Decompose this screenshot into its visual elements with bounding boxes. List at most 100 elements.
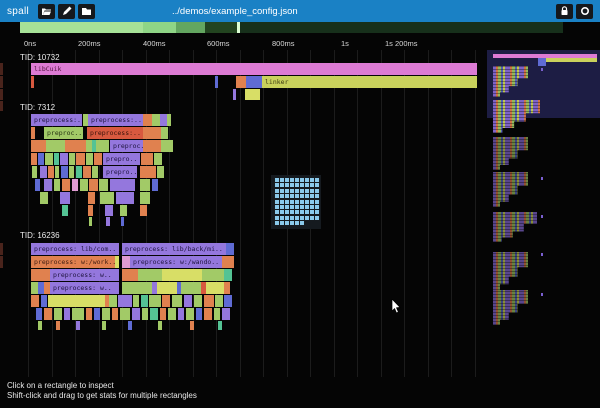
flame-bar[interactable] (35, 179, 40, 191)
flame-bar[interactable] (154, 153, 162, 165)
event-grid-cell[interactable] (275, 189, 279, 193)
event-grid-cell[interactable] (295, 221, 299, 225)
flame-bar[interactable] (132, 308, 140, 320)
flame-bar[interactable] (120, 205, 127, 216)
flame-bar[interactable] (106, 217, 110, 226)
event-grid-cell[interactable] (295, 189, 299, 193)
event-grid-cell[interactable] (300, 200, 304, 204)
event-grid-cell[interactable] (315, 210, 319, 214)
flame-bar[interactable] (0, 63, 3, 75)
event-grid-cell[interactable] (290, 183, 294, 187)
flame-bar[interactable] (60, 192, 70, 204)
event-grid-cell[interactable] (300, 189, 304, 193)
flame-bar[interactable] (69, 153, 75, 165)
event-grid-cell[interactable] (280, 216, 284, 220)
event-grid-cell[interactable] (280, 183, 284, 187)
event-grid-cell[interactable] (295, 183, 299, 187)
flame-bar[interactable] (157, 282, 177, 294)
flame-bar[interactable] (72, 308, 84, 320)
flame-bar[interactable] (89, 217, 92, 226)
event-grid-cell[interactable] (315, 183, 319, 187)
flame-bar[interactable] (76, 153, 85, 165)
flame-bar[interactable] (204, 308, 212, 320)
flame-bar[interactable] (48, 295, 105, 307)
event-grid-cell[interactable] (275, 200, 279, 204)
flame-bar[interactable] (76, 166, 82, 178)
flame-bar[interactable] (36, 308, 42, 320)
flame-bar[interactable] (224, 269, 232, 281)
event-grid-cell[interactable] (295, 194, 299, 198)
flame-bar[interactable] (121, 217, 124, 226)
flame-bar[interactable] (140, 192, 150, 204)
flame-bar[interactable] (140, 179, 150, 191)
flame-bar[interactable] (69, 166, 74, 178)
event-grid-cell[interactable] (310, 216, 314, 220)
flame-bar[interactable]: preprocess: w.. (50, 269, 119, 281)
flame-bar[interactable] (116, 192, 134, 204)
save-file-button[interactable] (78, 4, 95, 19)
event-grid-cell[interactable] (280, 178, 284, 182)
event-grid-cell[interactable] (275, 183, 279, 187)
event-grid-cell[interactable] (310, 200, 314, 204)
event-grid-cell[interactable] (310, 194, 314, 198)
event-grid-cell[interactable] (300, 205, 304, 209)
flame-bar[interactable] (72, 179, 78, 191)
event-grid-cell[interactable] (295, 200, 299, 204)
flame-bar[interactable] (65, 140, 86, 152)
flame-bar[interactable] (31, 140, 46, 152)
flame-bar[interactable] (76, 321, 80, 330)
event-grid-cell[interactable] (315, 178, 319, 182)
flame-bar[interactable] (215, 295, 223, 307)
flame-bar[interactable]: preproc.. (110, 140, 143, 152)
flame-bar[interactable] (41, 295, 47, 307)
event-grid-cell[interactable] (280, 189, 284, 193)
event-grid-cell[interactable] (290, 216, 294, 220)
flame-bar[interactable] (46, 140, 65, 152)
event-grid-cell[interactable] (285, 189, 289, 193)
flame-bar[interactable] (158, 321, 162, 330)
flame-bar[interactable] (0, 101, 3, 111)
event-grid-cell[interactable] (300, 216, 304, 220)
flame-bar[interactable]: preprocess:.. (88, 114, 143, 126)
event-grid-cell[interactable] (290, 189, 294, 193)
event-grid-cell[interactable] (285, 205, 289, 209)
flame-bar[interactable] (224, 295, 232, 307)
flame-bar[interactable] (31, 76, 34, 88)
flame-bar[interactable] (94, 153, 102, 165)
event-grid-cell[interactable] (315, 216, 319, 220)
flame-bar[interactable] (62, 205, 68, 216)
event-grid-cell[interactable] (295, 216, 299, 220)
event-grid-cell[interactable] (290, 200, 294, 204)
event-grid-cell[interactable] (285, 221, 289, 225)
flame-bar[interactable] (48, 166, 54, 178)
flame-bar[interactable] (32, 166, 37, 178)
event-grid-cell[interactable] (275, 178, 279, 182)
event-grid-cell[interactable] (315, 194, 319, 198)
flame-bar[interactable]: preprocess: lib/com.. (31, 243, 119, 255)
event-grid-cell[interactable] (300, 178, 304, 182)
flame-bar[interactable] (150, 308, 158, 320)
flame-bar[interactable] (140, 166, 156, 178)
flame-bar[interactable] (31, 269, 50, 281)
flame-bar[interactable] (245, 89, 260, 100)
event-grid-cell[interactable] (285, 200, 289, 204)
event-grid-cell[interactable] (290, 205, 294, 209)
flame-bar[interactable] (92, 166, 98, 178)
flame-bar[interactable] (181, 282, 201, 294)
flame-bar[interactable] (83, 166, 91, 178)
flame-bar[interactable] (222, 308, 230, 320)
event-grid-cell[interactable] (285, 183, 289, 187)
event-grid-cell[interactable] (280, 221, 284, 225)
flame-bar[interactable] (54, 179, 60, 191)
flame-bar[interactable] (94, 308, 100, 320)
event-grid-cell[interactable] (315, 189, 319, 193)
event-grid-cell[interactable] (290, 178, 294, 182)
flame-bar[interactable]: linker (262, 76, 477, 88)
flame-bar[interactable] (178, 308, 184, 320)
flame-bar[interactable] (96, 140, 109, 152)
event-grid-cell[interactable] (285, 194, 289, 198)
flame-bar[interactable] (80, 179, 88, 191)
flame-bar[interactable] (38, 153, 44, 165)
flame-bar[interactable] (141, 153, 153, 165)
event-grid-cell[interactable] (310, 189, 314, 193)
